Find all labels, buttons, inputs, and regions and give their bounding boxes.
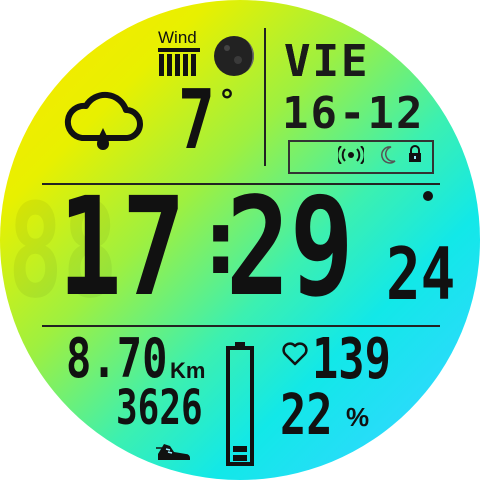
- heart-rate-value: 139: [312, 327, 391, 392]
- top-divider: [264, 28, 266, 166]
- temperature-value: 7: [178, 73, 216, 168]
- wind-label: Wind: [158, 28, 197, 47]
- time-seconds: 24: [386, 232, 456, 316]
- moon-phase-icon: [214, 36, 254, 76]
- temperature-unit: °: [218, 84, 237, 119]
- time-minutes: 29: [226, 169, 354, 327]
- wind-bars-icon: [158, 48, 200, 76]
- night-mode-icon: [381, 146, 396, 164]
- nfc-icon: [338, 146, 364, 164]
- weekday: VIE: [284, 36, 370, 87]
- steps-value: 3626: [116, 380, 203, 436]
- day-month: 16-12: [282, 88, 425, 139]
- battery-icon: [226, 342, 254, 466]
- lock-icon: [409, 145, 421, 162]
- cloud-rain-icon: [64, 91, 143, 150]
- shoe-icon: [156, 444, 190, 460]
- distance-value: 8.70: [66, 327, 168, 390]
- alarm-dot: [423, 191, 433, 201]
- battery-percent-value: 22: [280, 383, 333, 448]
- heart-icon: [282, 342, 308, 366]
- time-hours: 17: [58, 169, 186, 327]
- watch-face: Wind 7 ° VIE 16-12 88 17: 29 24 8.70 Km…: [0, 0, 480, 480]
- percent-sign: %: [346, 402, 370, 432]
